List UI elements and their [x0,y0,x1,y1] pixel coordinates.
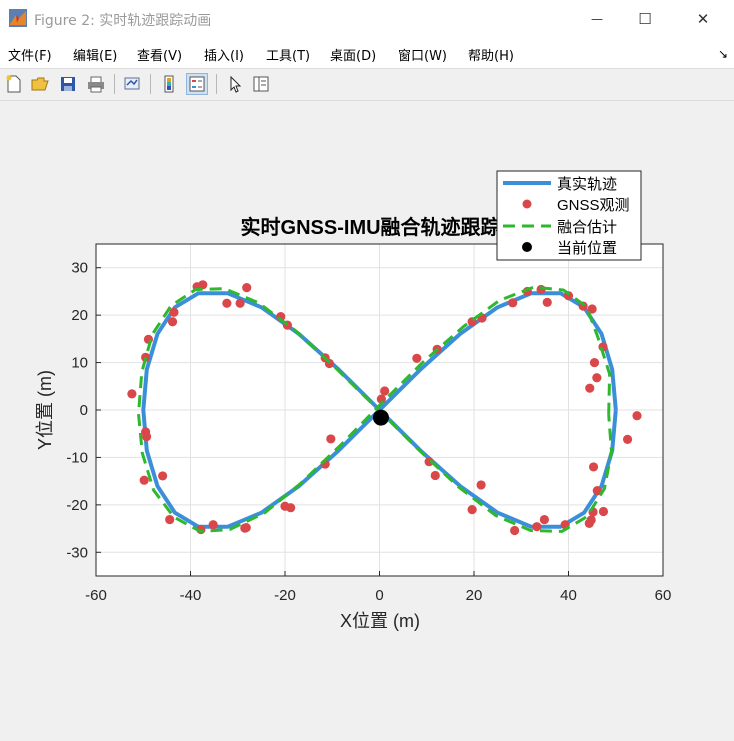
gnss-point [141,431,152,442]
gnss-point [585,383,595,393]
insert-colorbar-icon[interactable] [158,73,180,95]
menu-tools[interactable]: 工具(T) [266,45,310,64]
open-file-icon[interactable] [29,73,51,95]
print-icon[interactable] [85,73,107,95]
gnss-point [632,411,642,421]
y-tick-label: 30 [71,260,88,277]
maximize-icon: ☐ [638,10,652,28]
close-icon: ✕ [696,10,710,28]
y-tick-label: 0 [80,402,88,419]
legend-label-true: 真实轨迹 [557,175,617,193]
current-position-marker [372,409,389,426]
window-title: Figure 2: 实时轨迹跟踪动画 [34,13,212,29]
legend-label-fused: 融合估计 [557,219,617,236]
legend-label-current: 当前位置 [557,240,617,257]
new-figure-icon[interactable] [3,73,25,95]
gnss-point [622,434,633,445]
gnss-point [467,505,477,515]
toolbar-separator [150,74,151,94]
gnss-point [241,523,251,533]
menu-help[interactable]: 帮助(H) [468,45,514,64]
chart-title: 实时GNSS-IMU融合轨迹跟踪 (t [241,215,520,239]
gnss-point [242,283,252,293]
legend-swatch-gnss [522,199,532,209]
x-tick-label: -20 [274,587,296,604]
gnss-point [380,386,390,396]
gnss-point [508,298,518,308]
gnss-point [510,525,520,536]
menu-view[interactable]: 查看(V) [137,45,182,64]
minimize-button[interactable]: — [574,0,620,38]
x-tick-label: 20 [466,587,483,604]
maximize-button[interactable]: ☐ [622,0,668,38]
gnss-point [542,297,552,307]
gnss-point [430,470,440,481]
figure-canvas: -60 -40 -20 0 20 40 60 -30 -20 -10 0 10 20 30 实时GNSS-… [35,170,672,631]
gnss-point [584,518,594,528]
save-icon[interactable] [57,73,79,95]
gnss-point [127,389,137,399]
gnss-point [167,317,178,327]
gnss-point [588,462,599,472]
insert-legend-icon[interactable] [186,73,208,95]
matlab-logo-icon [9,9,27,27]
gnss-point [286,503,296,513]
gnss-point [326,434,336,444]
y-axis-label: Y位置 (m) [35,370,55,450]
menu-desktop[interactable]: 桌面(D) [330,45,376,64]
menu-window[interactable]: 窗口(W) [398,45,447,64]
gnss-point [208,520,218,530]
x-tick-label: 60 [655,587,672,604]
y-tick-label: -10 [66,449,88,466]
gnss-point [598,506,609,517]
y-tick-label: -20 [66,497,88,514]
toolbar-separator [216,74,217,94]
toolbar [0,68,734,101]
legend[interactable]: 真实轨迹 GNSS观测 融合估计 当前位置 [496,170,642,261]
menu-edit[interactable]: 编辑(E) [73,45,117,64]
gnss-point [222,298,232,308]
minimize-icon: — [591,12,603,26]
legend-swatch-current [522,242,532,252]
gnss-point [592,373,602,383]
gnss-point [589,357,600,368]
x-tick-label: 0 [375,587,383,604]
title-bar: Figure 2: 实时轨迹跟踪动画 — ☐ ✕ [0,0,734,38]
x-axis-label: X位置 (m) [340,611,420,631]
y-tick-label: 10 [71,355,88,372]
pointer-arrow-icon[interactable] [224,73,246,95]
y-tick-label: 20 [71,307,88,324]
menu-insert[interactable]: 插入(I) [204,45,244,64]
toolbar-separator [114,74,115,94]
legend-label-gnss: GNSS观测 [557,197,630,214]
gnss-point [412,353,422,363]
gnss-point [158,471,168,481]
x-tick-label: -40 [180,587,202,604]
dock-arrow-icon[interactable]: ↘ [718,47,728,61]
menu-file[interactable]: 文件(F) [8,45,52,64]
gnss-point [235,298,245,308]
gnss-point [139,475,149,485]
property-inspector-icon[interactable] [250,73,272,95]
gnss-point [539,514,550,525]
link-plot-icon[interactable] [121,73,143,95]
close-button[interactable]: ✕ [680,0,726,38]
gnss-point [165,514,175,525]
x-tick-label: 40 [560,587,577,604]
x-tick-label: -60 [85,587,107,604]
gnss-point [476,480,486,490]
menu-bar: 文件(F) 编辑(E) 查看(V) 插入(I) 工具(T) 桌面(D) 窗口(W… [0,38,734,68]
y-tick-label: -30 [66,544,88,561]
gnss-point [169,307,179,317]
